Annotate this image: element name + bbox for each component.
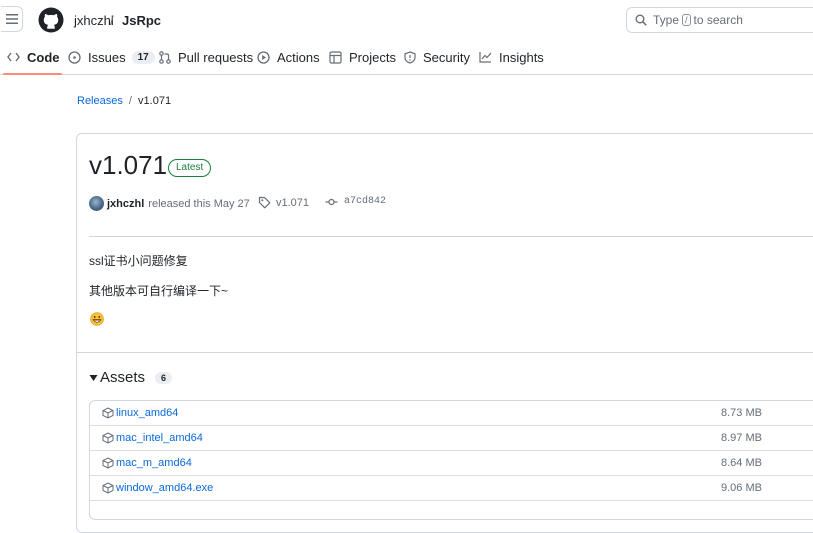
tab-label: Issues bbox=[88, 49, 126, 65]
tag-icon bbox=[258, 196, 271, 209]
card-divider bbox=[89, 236, 813, 237]
search-icon bbox=[635, 14, 647, 26]
repo-owner-link[interactable]: jxhczhl bbox=[74, 13, 114, 28]
tab-label: Security bbox=[423, 49, 470, 65]
asset-link[interactable]: window_amd64.exe bbox=[116, 482, 213, 494]
latest-badge: Latest bbox=[168, 159, 212, 177]
tab-label: Pull requests bbox=[178, 49, 254, 65]
release-commit[interactable]: a7cd842 bbox=[325, 196, 386, 207]
asset-link[interactable]: mac_intel_amd64 bbox=[116, 432, 203, 444]
code-icon bbox=[7, 52, 20, 62]
tab-actions[interactable]: Actions bbox=[257, 40, 320, 74]
issues-count-badge: 17 bbox=[131, 50, 155, 64]
tab-security[interactable]: Security bbox=[404, 40, 470, 74]
author-link[interactable]: jxhczhl bbox=[107, 198, 144, 210]
tab-code[interactable]: Code bbox=[3, 40, 61, 75]
tab-issues[interactable]: Issues 17 bbox=[68, 40, 155, 74]
asset-link[interactable]: linux_amd64 bbox=[116, 407, 178, 419]
tab-label: Actions bbox=[277, 49, 320, 65]
tag-name: v1.071 bbox=[276, 196, 310, 209]
global-header: jxhczhl / JsRpc Type / to search bbox=[0, 0, 813, 40]
search-placeholder-suffix: to search bbox=[693, 13, 743, 27]
asset-size: 8.64 MB bbox=[721, 457, 762, 469]
caret-down-icon bbox=[89, 375, 98, 381]
commit-sha: a7cd842 bbox=[344, 196, 387, 207]
search-placeholder-prefix: Type bbox=[653, 13, 680, 27]
asset-row: window_amd64.exe 9.06 MB bbox=[90, 476, 813, 501]
avatar[interactable] bbox=[89, 196, 104, 211]
released-date: released this May 27 bbox=[148, 197, 250, 210]
github-logo-icon[interactable] bbox=[38, 7, 64, 33]
tab-label: Code bbox=[27, 49, 60, 65]
release-tag[interactable]: v1.071 bbox=[258, 196, 309, 209]
breadcrumb-separator: / bbox=[110, 13, 114, 28]
assets-divider bbox=[77, 352, 813, 353]
asset-row: linux_amd64 8.73 MB bbox=[90, 401, 813, 426]
release-note-line: 其他版本可自行编译一下~ bbox=[89, 284, 229, 298]
asset-row: mac_m_amd64 8.64 MB bbox=[90, 451, 813, 476]
tab-projects[interactable]: Projects bbox=[329, 40, 396, 74]
breadcrumb-separator: / bbox=[128, 95, 132, 107]
assets-title: Assets bbox=[100, 369, 146, 386]
release-note-line: ssl证书小问题修复 bbox=[89, 254, 188, 268]
package-icon bbox=[102, 482, 114, 494]
play-icon bbox=[257, 50, 270, 64]
tab-pull-requests[interactable]: Pull requests bbox=[159, 40, 253, 74]
shield-icon bbox=[404, 50, 416, 64]
tab-label: Projects bbox=[349, 49, 396, 65]
asset-link[interactable]: mac_m_amd64 bbox=[116, 457, 192, 469]
tab-label: Insights bbox=[499, 49, 544, 65]
release-author-meta: jxhczhl released this May 27 bbox=[89, 196, 250, 211]
asset-size: 9.06 MB bbox=[721, 482, 762, 494]
search-shortcut-key: / bbox=[682, 14, 691, 26]
commit-icon bbox=[325, 198, 338, 205]
releases-breadcrumb: Releases / v1.071 bbox=[77, 95, 171, 107]
package-icon bbox=[102, 457, 114, 469]
asset-row: mac_intel_amd64 8.97 MB bbox=[90, 426, 813, 451]
search-input[interactable]: Type / to search bbox=[626, 7, 813, 33]
assets-count-badge: 6 bbox=[155, 371, 173, 384]
pull-request-icon bbox=[159, 50, 171, 64]
menu-button[interactable] bbox=[1, 6, 23, 32]
tab-insights[interactable]: Insights bbox=[479, 40, 544, 74]
package-icon bbox=[102, 432, 114, 444]
repo-name-link[interactable]: JsRpc bbox=[122, 13, 161, 28]
release-title[interactable]: v1.071 bbox=[89, 150, 167, 181]
graph-icon bbox=[479, 52, 492, 63]
issue-icon bbox=[68, 50, 81, 64]
package-icon bbox=[102, 407, 114, 419]
hamburger-icon bbox=[5, 14, 18, 24]
assets-list: linux_amd64 8.73 MB mac_intel_amd64 8.97… bbox=[89, 400, 813, 520]
assets-toggle[interactable]: Assets 6 bbox=[89, 369, 173, 386]
table-icon bbox=[329, 50, 342, 64]
asset-size: 8.97 MB bbox=[721, 432, 762, 444]
releases-link[interactable]: Releases bbox=[77, 95, 123, 107]
grinning-face-emoji-icon bbox=[90, 312, 104, 326]
breadcrumb-current: v1.071 bbox=[138, 95, 172, 107]
repo-nav: Code Issues 17 Pull requests Actions Pro… bbox=[0, 40, 813, 75]
asset-size: 8.73 MB bbox=[721, 407, 762, 419]
